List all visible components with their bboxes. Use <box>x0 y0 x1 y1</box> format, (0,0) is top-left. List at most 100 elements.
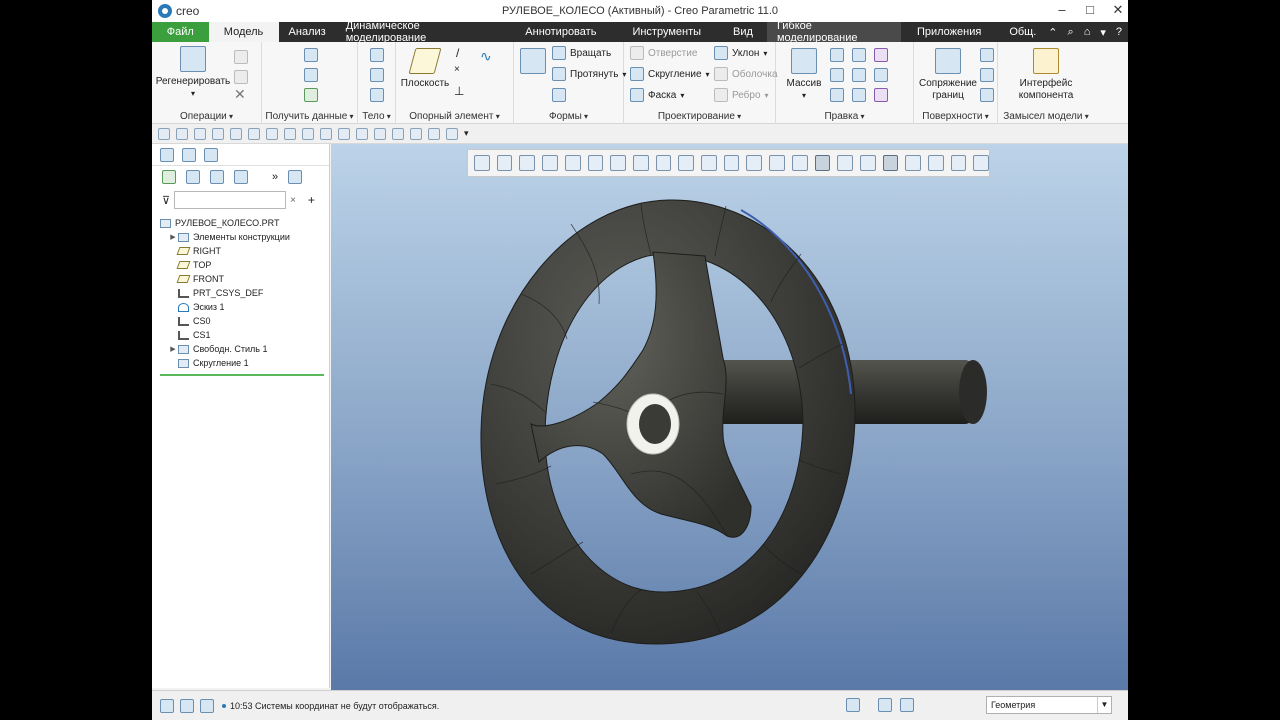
thicken-icon[interactable] <box>874 68 888 82</box>
mirror-icon[interactable] <box>830 48 844 62</box>
tree-item-prt-csys-def[interactable]: PRT_CSYS_DEF <box>160 286 329 300</box>
selection-box-icon[interactable] <box>878 698 892 712</box>
clear-icon[interactable]: × <box>290 195 296 206</box>
csys-icon[interactable]: ⊥ <box>454 84 464 98</box>
maximize-icon[interactable]: □ <box>1084 2 1096 18</box>
shell-button[interactable]: Оболочка <box>714 67 778 81</box>
freestyle-icon[interactable] <box>980 88 994 102</box>
rib-button[interactable]: Ребро ▾ <box>714 88 769 102</box>
save-icon[interactable] <box>284 127 296 140</box>
filter-icon[interactable]: ⊽ <box>162 194 170 207</box>
group-label-editing[interactable]: Правка <box>776 111 913 122</box>
graphics-viewport[interactable] <box>331 144 1128 690</box>
body-split-icon[interactable] <box>370 88 384 102</box>
tree-item-front[interactable]: FRONT <box>160 272 329 286</box>
undo-icon[interactable] <box>212 127 224 140</box>
project-icon[interactable] <box>874 48 888 62</box>
blend-icon[interactable] <box>552 88 566 102</box>
tree-icon[interactable] <box>162 170 176 184</box>
tree-filters-icon[interactable] <box>210 170 224 184</box>
tab-dynamic-modeling[interactable]: Динамическое моделирование <box>336 20 508 44</box>
selection-filter-icon[interactable] <box>900 698 914 712</box>
tab-view[interactable]: Вид <box>719 22 767 42</box>
tab-tools[interactable]: Инструменты <box>614 22 719 42</box>
appearance-icon[interactable] <box>248 127 260 140</box>
tree-item-sketch-1[interactable]: Эскиз 1 <box>160 300 329 314</box>
chamfer-button[interactable]: Фаска ▾ <box>630 88 684 102</box>
group-label-body[interactable]: Тело <box>358 111 395 122</box>
component-interface-button[interactable]: Интерфейс компонента <box>1006 48 1086 102</box>
tab-flexible-modeling[interactable]: Гибкое моделирование <box>766 20 901 44</box>
plane-button[interactable]: Плоскость <box>400 48 450 90</box>
settings-icon[interactable] <box>410 127 422 140</box>
expand-icon[interactable]: ▶ <box>168 233 178 241</box>
minimize-icon[interactable]: – <box>1056 2 1068 18</box>
body-icon[interactable] <box>370 48 384 62</box>
tree-item-top[interactable]: TOP <box>160 258 329 272</box>
relations-icon[interactable] <box>392 127 404 140</box>
chevron-down-icon[interactable]: ▾ <box>464 128 469 139</box>
shrinkwrap-icon[interactable] <box>304 88 318 102</box>
user-feature-icon[interactable] <box>304 48 318 62</box>
tab-common[interactable]: Общ. <box>997 22 1048 42</box>
insert-indicator[interactable] <box>160 374 324 376</box>
history-tab-icon[interactable] <box>204 147 218 162</box>
intersect-icon[interactable] <box>852 88 866 102</box>
extend-icon[interactable] <box>852 48 866 62</box>
solidify-icon[interactable] <box>874 88 888 102</box>
offset-icon[interactable] <box>852 68 866 82</box>
steering-wheel-model[interactable] <box>331 144 1128 690</box>
copy-geometry-icon[interactable] <box>304 68 318 82</box>
group-label-operations[interactable]: Операции <box>152 111 261 122</box>
expand-icon[interactable]: ▶ <box>168 345 178 353</box>
close-icon[interactable]: ✕ <box>1112 2 1124 18</box>
select-icon[interactable] <box>356 127 368 140</box>
round-button[interactable]: Скругление ▾ <box>630 67 710 81</box>
group-label-datum[interactable]: Опорный элемент <box>396 111 513 122</box>
group-label-engineering[interactable]: Проектирование <box>624 111 775 122</box>
chevron-down-icon[interactable]: ▼ <box>1097 697 1111 713</box>
tree-search-input[interactable] <box>174 191 287 209</box>
group-label-model-intent[interactable]: Замысел модели <box>998 111 1094 122</box>
orient-icon[interactable] <box>194 127 206 140</box>
tree-item-cs0[interactable]: CS0 <box>160 314 329 328</box>
show-icon[interactable] <box>288 170 303 184</box>
merge-icon[interactable] <box>830 88 844 102</box>
revolve-button[interactable]: Вращать <box>552 46 611 60</box>
draft-button[interactable]: Уклон ▾ <box>714 46 767 60</box>
tree-item-right[interactable]: RIGHT <box>160 244 329 258</box>
paste-icon[interactable] <box>234 70 248 84</box>
regen-icon[interactable] <box>302 127 314 140</box>
help-icon[interactable]: ? <box>1116 26 1122 38</box>
add-icon[interactable]: + <box>308 193 315 207</box>
trim-icon[interactable] <box>830 68 844 82</box>
chevron-down-icon[interactable]: ▾ <box>1100 26 1106 39</box>
more-icon[interactable]: » <box>272 171 278 183</box>
tab-analysis[interactable]: Анализ <box>279 22 336 42</box>
regenerate-button[interactable]: Регенерировать ▾ <box>156 46 230 100</box>
axis-icon[interactable]: / <box>456 46 459 60</box>
fullscreen-icon[interactable] <box>200 698 214 713</box>
new-icon[interactable] <box>158 127 170 140</box>
tab-file[interactable]: Файл <box>152 22 209 42</box>
tab-model[interactable]: Модель <box>208 22 279 42</box>
tree-item-cs1[interactable]: CS1 <box>160 328 329 342</box>
body-boolean-icon[interactable] <box>370 68 384 82</box>
sketch-icon[interactable]: ∿ <box>480 48 492 65</box>
point-icon[interactable]: × <box>454 64 460 75</box>
tab-applications[interactable]: Приложения <box>901 22 997 42</box>
selection-filter-dropdown[interactable]: Геометрия ▼ <box>986 696 1112 714</box>
style-icon[interactable] <box>980 68 994 82</box>
pin-icon[interactable]: ⌃ <box>1048 26 1057 39</box>
tree-item-freestyle-1[interactable]: ▶ Свободн. Стиль 1 <box>160 342 329 356</box>
tree-item-design-items[interactable]: ▶ Элементы конструкции <box>160 230 329 244</box>
tree-item-root[interactable]: РУЛЕВОЕ_КОЛЕСО.PRT <box>160 216 329 230</box>
tree-columns-icon[interactable] <box>186 170 200 184</box>
sweep-button[interactable]: Протянуть ▾ <box>552 67 626 81</box>
folder-browser-tab-icon[interactable] <box>182 147 196 162</box>
navigator-toggle-icon[interactable] <box>160 698 174 713</box>
find-icon[interactable] <box>428 127 440 140</box>
windows-icon[interactable] <box>320 127 332 140</box>
tree-settings-icon[interactable] <box>234 170 248 184</box>
fill-icon[interactable] <box>980 48 994 62</box>
